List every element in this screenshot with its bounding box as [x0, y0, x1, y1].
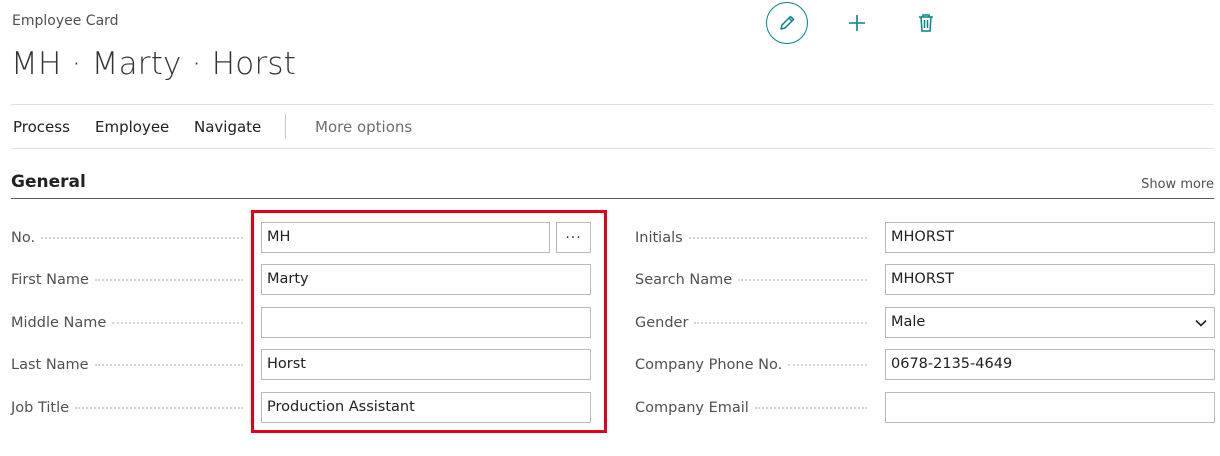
section-title-general[interactable]: General: [11, 172, 86, 192]
lookup-button[interactable]: ···: [556, 222, 591, 253]
menu-divider: [11, 148, 1214, 149]
field-label: No.: [11, 230, 36, 246]
delete-button[interactable]: [905, 2, 947, 44]
show-more-link[interactable]: Show more: [1141, 177, 1214, 192]
field-row-first-name: First Name: [11, 264, 253, 296]
menu-navigate[interactable]: Navigate: [194, 118, 261, 136]
gender-selected-value: Male: [891, 314, 926, 330]
menu-more-options[interactable]: More options: [315, 118, 412, 136]
field-row-last-name: Last Name: [11, 349, 253, 381]
middle-name-input[interactable]: [261, 307, 591, 338]
chevron-down-icon: [1195, 319, 1207, 327]
menu-employee[interactable]: Employee: [95, 118, 169, 136]
field-row-job-title: Job Title: [11, 392, 253, 424]
page-caption: Employee Card: [12, 13, 119, 29]
page-title: MH · Marty · Horst: [11, 46, 297, 82]
field-row-company-email: Company Email: [635, 392, 877, 424]
last-name-input[interactable]: Horst: [261, 349, 591, 380]
field-label: Search Name: [635, 272, 733, 288]
field-label: Company Email: [635, 400, 749, 416]
menu-process[interactable]: Process: [13, 118, 70, 136]
ellipsis-icon: ···: [565, 229, 582, 246]
first-name-input[interactable]: Marty: [261, 264, 591, 295]
field-label: Job Title: [11, 400, 70, 416]
search-name-input[interactable]: MHORST: [885, 264, 1215, 295]
pencil-icon: [780, 15, 795, 30]
section-underline: [11, 198, 1214, 199]
company-phone-input[interactable]: 0678-2135-4649: [885, 349, 1215, 380]
field-row-search-name: Search Name: [635, 264, 877, 296]
menu-separator: [285, 114, 286, 139]
field-row-company-phone: Company Phone No.: [635, 349, 877, 381]
edit-button[interactable]: [766, 2, 808, 44]
job-title-input[interactable]: Production Assistant: [261, 392, 591, 423]
field-label: Initials: [635, 230, 683, 246]
field-label: Company Phone No.: [635, 357, 783, 373]
gender-select[interactable]: Male: [885, 307, 1215, 338]
field-label: Last Name: [11, 357, 89, 373]
field-label: Gender: [635, 315, 689, 331]
field-row-no: No.: [11, 222, 253, 254]
field-label: First Name: [11, 272, 89, 288]
field-row-gender: Gender: [635, 307, 877, 339]
plus-icon: [849, 15, 865, 31]
no-input[interactable]: MH: [261, 222, 550, 253]
company-email-input[interactable]: [885, 392, 1215, 423]
header-divider: [11, 104, 1214, 105]
field-row-middle-name: Middle Name: [11, 307, 253, 339]
field-row-initials: Initials: [635, 222, 877, 254]
field-label: Middle Name: [11, 315, 107, 331]
new-button[interactable]: [836, 2, 878, 44]
initials-input[interactable]: MHORST: [885, 222, 1215, 253]
trash-icon: [919, 14, 933, 32]
